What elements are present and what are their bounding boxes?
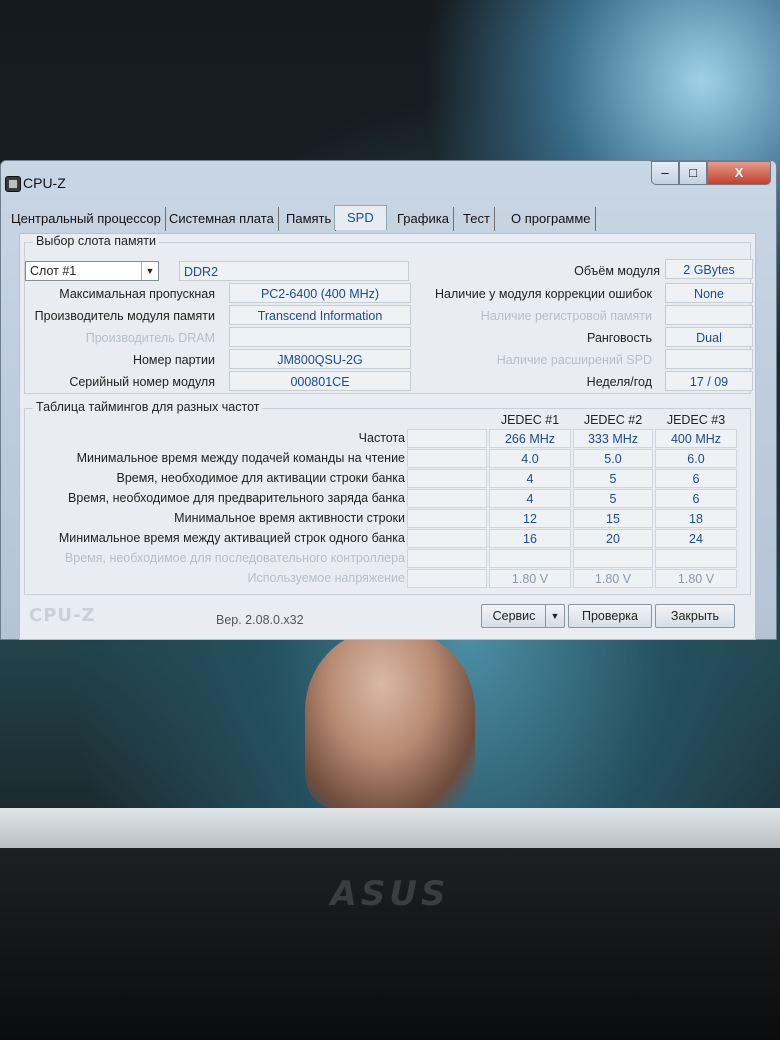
cpuz-footer-logo: CPU-Z [29, 605, 96, 626]
timing-cell: 1.80 V [655, 569, 737, 588]
tab-mainboard[interactable]: Системная плата [165, 207, 279, 231]
timing-cell: 6 [655, 489, 737, 508]
timing-blank-cell [407, 489, 487, 508]
minimize-button[interactable]: – [651, 161, 679, 185]
timing-cell: 6 [655, 469, 737, 488]
cpuz-app-icon [5, 176, 21, 192]
wallpaper-figure [305, 630, 475, 810]
timing-blank-cell [407, 549, 487, 568]
dram-manufacturer-label: Производитель DRAM [85, 331, 215, 345]
validate-button[interactable]: Проверка [568, 604, 652, 628]
timing-row-label: Используемое напряжение [247, 571, 405, 585]
timing-cell: 24 [655, 529, 737, 548]
timing-cell: 20 [573, 529, 653, 548]
timing-blank-cell [407, 569, 487, 588]
chevron-down-icon: ▼ [141, 262, 158, 280]
max-bandwidth-label: Максимальная пропускная [59, 287, 215, 301]
laptop-body: ASUS [0, 848, 780, 1040]
timing-blank-cell [407, 529, 487, 548]
spd-ext-label: Наличие расширений SPD [496, 353, 652, 367]
registered-value [665, 305, 753, 325]
timing-cell: 18 [655, 509, 737, 528]
version-label: Вер. 2.08.0.x32 [216, 613, 304, 627]
timing-cell: 6.0 [655, 449, 737, 468]
laptop-brand-logo: ASUS [330, 874, 450, 914]
cpuz-window: CPU-Z – □ X Центральный процессор Систем… [0, 160, 777, 640]
close-button[interactable]: Закрыть [655, 604, 735, 628]
registered-label: Наличие регистровой памяти [480, 309, 652, 323]
timing-blank-cell [407, 509, 487, 528]
timing-row-label: Минимальное время между подачей команды … [76, 451, 405, 465]
ranks-label: Ранговость [587, 331, 652, 345]
screen-bezel [0, 808, 780, 848]
tab-memory[interactable]: Память [282, 207, 337, 231]
window-title: CPU-Z [23, 175, 66, 191]
timing-cell: 5.0 [573, 449, 653, 468]
serial-value: 000801CE [229, 371, 411, 391]
timing-row-label: Частота [358, 431, 405, 445]
timing-cell [655, 549, 737, 568]
timing-cell: 400 MHz [655, 429, 737, 448]
timings-group: Таблица таймингов для разных частот JEDE… [24, 400, 751, 595]
timing-cell: 5 [573, 469, 653, 488]
tab-graphics[interactable]: Графика [393, 207, 454, 231]
memory-type-value: DDR2 [179, 261, 409, 281]
timing-cell: 1.80 V [489, 569, 571, 588]
timing-blank-cell [407, 449, 487, 468]
slot-select[interactable]: Слот #1 ▼ [25, 261, 159, 281]
ecc-label: Наличие у модуля коррекции ошибок [435, 287, 652, 301]
manufacturer-label: Производитель модуля памяти [34, 309, 215, 323]
tab-about[interactable]: О программе [507, 207, 596, 231]
timing-row-label: Время, необходимое для последовательного… [64, 551, 405, 565]
part-number-label: Номер партии [132, 353, 215, 367]
service-button-label: Сервис [492, 609, 536, 623]
part-number-value: JM800QSU-2G [229, 349, 411, 369]
timing-cell: 333 MHz [573, 429, 653, 448]
timing-cell: 4 [489, 489, 571, 508]
close-window-button[interactable]: X [707, 161, 771, 185]
timing-cell: 4 [489, 469, 571, 488]
serial-label: Серийный номер модуля [69, 375, 215, 389]
timing-cell: 15 [573, 509, 653, 528]
ranks-value: Dual [665, 327, 753, 347]
spd-panel: Выбор слота памяти Слот #1 ▼ DDR2 Объём … [19, 233, 756, 640]
manufacturer-value: Transcend Information [229, 305, 411, 325]
module-size-value: 2 GBytes [665, 259, 753, 279]
jedec2-header: JEDEC #2 [583, 413, 643, 427]
timing-blank-cell [407, 469, 487, 488]
timings-group-title: Таблица таймингов для разных частот [33, 400, 263, 414]
timing-cell [489, 549, 571, 568]
week-year-value: 17 / 09 [665, 371, 753, 391]
maximize-button[interactable]: □ [679, 161, 707, 185]
tab-cpu[interactable]: Центральный процессор [7, 207, 166, 231]
timing-row-label: Минимальное время между активацией строк… [58, 531, 405, 545]
timing-cell [573, 549, 653, 568]
timing-row-label: Время, необходимое для предварительного … [68, 491, 405, 505]
timing-blank-cell [407, 429, 487, 448]
dram-manufacturer-value [229, 327, 411, 347]
tab-bench[interactable]: Тест [459, 207, 495, 231]
timing-cell: 5 [573, 489, 653, 508]
week-year-label: Неделя/год [586, 375, 652, 389]
timing-row-label: Время, необходимое для активации строки … [116, 471, 405, 485]
slot-group-title: Выбор слота памяти [33, 234, 160, 248]
timing-cell: 1.80 V [573, 569, 653, 588]
ecc-value: None [665, 283, 753, 303]
slot-group: Выбор слота памяти Слот #1 ▼ DDR2 Объём … [24, 234, 753, 394]
timing-row-label: Минимальное время активности строки [174, 511, 405, 525]
jedec1-header: JEDEC #1 [500, 413, 560, 427]
tab-spd[interactable]: SPD [334, 205, 387, 230]
service-button[interactable]: Сервис ▼ [481, 604, 565, 628]
slot-select-value: Слот #1 [30, 264, 77, 278]
title-bar[interactable]: CPU-Z – □ X [1, 161, 776, 203]
timing-cell: 266 MHz [489, 429, 571, 448]
timing-cell: 16 [489, 529, 571, 548]
timing-cell: 12 [489, 509, 571, 528]
chevron-down-icon[interactable]: ▼ [545, 605, 564, 627]
jedec3-header: JEDEC #3 [666, 413, 726, 427]
max-bandwidth-value: PC2-6400 (400 MHz) [229, 283, 411, 303]
spd-ext-value [665, 349, 753, 369]
module-size-label: Объём модуля [574, 264, 660, 278]
timing-cell: 4.0 [489, 449, 571, 468]
